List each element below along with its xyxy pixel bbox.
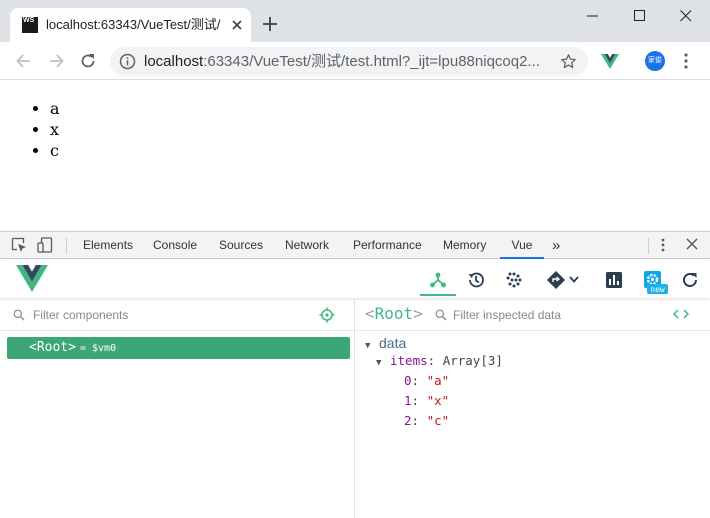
browser-tab[interactable]: WS localhost:63343/VueTest/测试/ [10,8,251,42]
inspected-component-name: Root [374,304,414,323]
tab-strip: WS localhost:63343/VueTest/测试/ [0,0,710,42]
back-arrow-icon[interactable] [14,51,34,71]
page-content: a x c [0,81,710,231]
events-tab-icon[interactable] [496,266,532,296]
refresh-icon[interactable] [672,266,708,296]
array-item-row: 2: "c" [404,413,450,428]
inspected-component-label: <Root> [365,304,423,323]
url-path: :63343/VueTest/测试/test.html?_ijt=lpu88ni… [203,53,540,70]
toolbar-divider [648,238,649,254]
components-tab-icon[interactable] [420,266,456,296]
list-item: a [50,98,60,119]
settings-tab-icon[interactable]: new [634,266,670,296]
tab-performance[interactable]: Performance [353,232,422,259]
toolbar-divider [66,238,67,254]
components-pane: <Root>= $vm0 [0,299,355,518]
caret-down-icon: ▼ [376,358,382,368]
component-row-root[interactable]: <Root> = $vm0 [7,337,350,359]
tab-console[interactable]: Console [153,232,197,259]
info-icon[interactable] [119,53,136,73]
search-icon [13,309,25,324]
list-item: c [50,140,60,161]
device-toolbar-icon[interactable] [37,237,53,256]
forward-arrow-icon[interactable] [46,51,66,71]
url-text[interactable]: localhost:63343/VueTest/测试/test.html?_ij… [144,53,554,70]
maximize-icon[interactable] [617,0,663,32]
filter-inspected-row: <Root> [356,299,710,331]
prop-items-row[interactable]: ▼ items: Array[3] [376,351,503,373]
inspect-element-icon[interactable] [11,237,27,256]
item-list: a x c [50,98,60,161]
url-host: localhost [144,53,204,70]
vue-extension-icon[interactable] [601,54,619,72]
new-tab-icon[interactable] [261,15,279,33]
address-bar[interactable]: localhost:63343/VueTest/测试/test.html?_ij… [110,47,588,76]
filter-inspected-input[interactable] [453,307,653,323]
filter-components-input[interactable] [33,307,303,323]
profile-avatar[interactable]: 家俊 [645,51,665,71]
tab-title: localhost:63343/VueTest/测试/ [46,17,221,32]
tab-vue[interactable]: Vue [500,232,544,259]
chrome-menu-icon[interactable] [683,53,689,72]
filter-components-row [0,299,354,331]
vuex-history-icon[interactable] [458,266,494,296]
devtools-tab-bar: Elements Console Sources Network Perform… [0,232,710,259]
more-tabs-icon[interactable]: » [552,232,560,259]
webstorm-favicon-icon: WS [22,17,38,33]
prop-name: items [390,353,428,368]
root-vm-ref: = $vm0 [79,343,117,354]
close-tab-icon[interactable] [228,16,246,34]
reload-icon[interactable] [78,51,98,71]
window-close-icon[interactable] [663,0,709,32]
list-item: x [50,119,60,140]
inspect-dom-code-icon[interactable] [672,308,690,323]
tab-network[interactable]: Network [285,232,329,259]
minimize-icon[interactable] [570,0,616,32]
vue-logo-icon [16,265,48,295]
prop-value: Array[3] [442,353,503,368]
routing-tab-icon[interactable] [538,266,588,296]
tab-memory[interactable]: Memory [443,232,486,259]
tab-elements[interactable]: Elements [83,232,133,259]
tab-sources[interactable]: Sources [219,232,263,259]
select-component-target-icon[interactable] [319,307,335,326]
browser-toolbar: localhost:63343/VueTest/测试/test.html?_ij… [0,42,710,80]
close-devtools-icon[interactable] [685,237,699,254]
new-badge: new [650,285,665,294]
vue-devtools-header: new [0,260,710,298]
inspector-pane: <Root> ▼data ▼items: Array[3] 0: "a" 1: … [356,299,710,518]
performance-tab-icon[interactable] [596,266,632,296]
devtools-panel: Elements Console Sources Network Perform… [0,231,710,518]
bookmark-star-icon[interactable] [560,53,577,73]
array-item-row: 0: "a" [404,373,450,388]
search-icon [435,309,447,324]
root-component-name: <Root> [29,340,76,355]
array-item-row: 1: "x" [404,393,450,408]
devtools-menu-icon[interactable] [660,237,666,256]
